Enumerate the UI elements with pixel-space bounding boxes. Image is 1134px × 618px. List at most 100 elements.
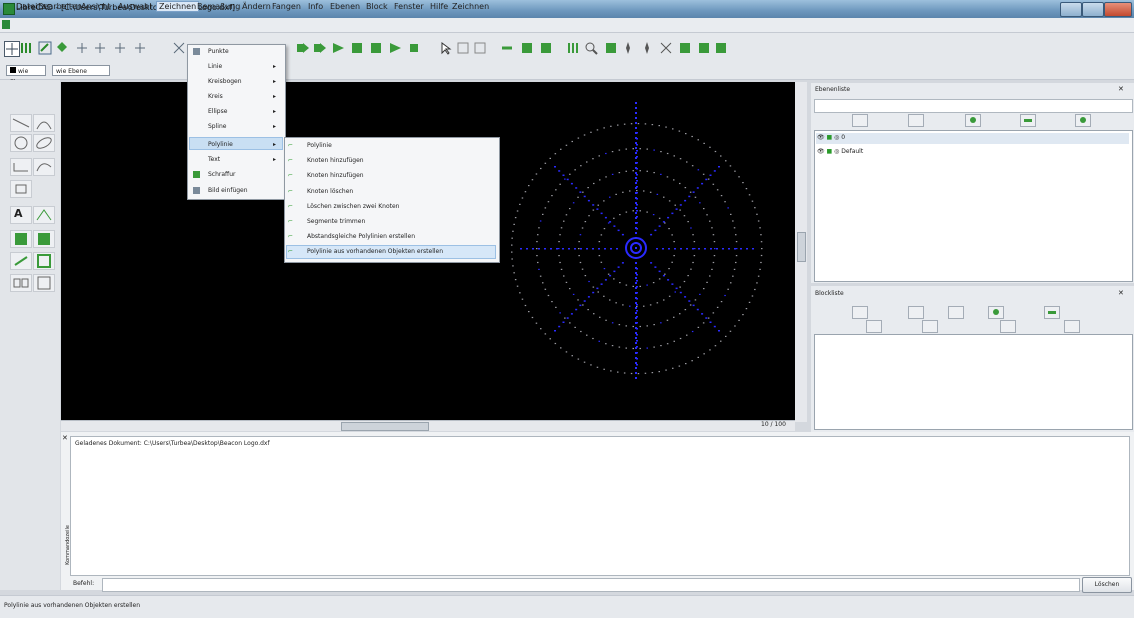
menu-zeichnen-2[interactable]: Zeichnen	[452, 2, 489, 11]
edit-layer-icon[interactable]	[1075, 114, 1091, 127]
lock-icon[interactable]: ■	[827, 148, 833, 155]
submenu-item-0[interactable]: ⌐ Polylinie	[284, 138, 498, 153]
toolbar-icon-3[interactable]	[331, 41, 345, 55]
snap-endpoint-icon[interactable]	[55, 41, 69, 55]
select-tool-icon[interactable]	[33, 274, 55, 292]
show-all-layers-icon[interactable]	[852, 114, 868, 127]
show-all-blocks-icon[interactable]	[852, 306, 868, 319]
menu-hilfe[interactable]: Hilfe	[430, 2, 448, 11]
eye-icon[interactable]: 👁	[817, 148, 825, 155]
menu-datei[interactable]: Datei	[16, 2, 37, 11]
vertical-scrollbar[interactable]	[795, 82, 807, 422]
layer-row[interactable]: 👁 ■ ◎ Default	[817, 148, 863, 155]
menu-block[interactable]: Block	[366, 2, 388, 11]
close-button[interactable]	[1104, 2, 1132, 17]
polyline-tool-icon[interactable]	[10, 158, 32, 176]
add-layer-icon[interactable]	[965, 114, 981, 127]
point-tool-icon[interactable]	[10, 180, 32, 198]
eye-icon[interactable]: 👁	[817, 134, 825, 141]
vertical-scroll-thumb[interactable]	[797, 232, 806, 262]
toolbar-icon-15[interactable]	[621, 41, 635, 55]
toolbar-icon-8[interactable]	[456, 41, 470, 55]
submenu-item-4[interactable]: ⌐ Löschen zwischen zwei Knoten	[284, 199, 498, 214]
menu-item-4[interactable]: Ellipse ▸	[187, 104, 284, 119]
snap-intersection-icon[interactable]	[172, 41, 186, 55]
snap-onentity-icon[interactable]	[93, 41, 107, 55]
toolbar-icon-6[interactable]	[388, 41, 402, 55]
menu-ebenen[interactable]: Ebenen	[330, 2, 360, 11]
image-tool-icon[interactable]	[33, 230, 55, 248]
menu-item-2[interactable]: Kreisbogen ▸	[187, 74, 284, 89]
insert-block-icon[interactable]	[1064, 320, 1080, 333]
add-block-icon[interactable]	[988, 306, 1004, 319]
zoom-icon[interactable]	[584, 41, 598, 55]
draft-icon[interactable]	[20, 41, 34, 55]
dock-close-icon[interactable]: ✕	[1118, 85, 1124, 93]
toolbar-icon-10[interactable]	[500, 41, 514, 55]
line-tool-icon[interactable]	[10, 114, 32, 132]
circle-tool-icon[interactable]	[10, 134, 32, 152]
spline-tool-icon[interactable]	[33, 158, 55, 176]
menu-aendern[interactable]: Ändern	[242, 2, 271, 11]
color-combo[interactable]: wie Ebene	[6, 65, 46, 86]
toolbar-icon-11[interactable]	[520, 41, 534, 55]
snap-center-icon[interactable]	[113, 41, 127, 55]
submenu-item-2[interactable]: ⌐ Knoten hinzufügen	[284, 168, 498, 183]
toolbar-icon-5[interactable]	[369, 41, 383, 55]
hatch-tool-icon[interactable]	[10, 230, 32, 248]
menu-item-3[interactable]: Kreis ▸	[187, 89, 284, 104]
menu-item-9[interactable]: Bild einfügen	[187, 183, 284, 198]
menu-auswahl[interactable]: Auswahl	[118, 2, 151, 11]
minimize-button[interactable]	[1060, 2, 1082, 17]
menu-bearbeiten[interactable]: Bearbeiten	[38, 2, 82, 11]
menu-info[interactable]: Info	[308, 2, 323, 11]
toolbar-icon-12[interactable]	[539, 41, 553, 55]
toolbar-icon-20[interactable]	[714, 41, 728, 55]
ellipse-tool-icon[interactable]	[33, 134, 55, 152]
toolbar-icon-16[interactable]	[640, 41, 654, 55]
submenu-item-1[interactable]: ⌐ Knoten hinzufügen	[284, 153, 498, 168]
menu-fenster[interactable]: Fenster	[394, 2, 424, 11]
rename-block-icon[interactable]	[866, 320, 882, 333]
menu-item-1[interactable]: Linie ▸	[187, 59, 284, 74]
info-tool-icon[interactable]	[33, 252, 55, 270]
save-block-icon[interactable]	[1000, 320, 1016, 333]
maximize-button[interactable]	[1082, 2, 1104, 17]
remove-layer-icon[interactable]	[1020, 114, 1036, 127]
menu-bemassung[interactable]: Bemaßung	[197, 2, 240, 11]
toolbar-icon-7[interactable]	[407, 41, 421, 55]
submenu-item-5[interactable]: ⌐ Segmente trimmen	[284, 214, 498, 229]
arc-tool-icon[interactable]	[33, 114, 55, 132]
snap-middle-icon[interactable]	[133, 41, 147, 55]
hide-all-blocks-icon[interactable]	[908, 306, 924, 319]
dimension-tool-icon[interactable]	[33, 206, 55, 224]
command-input[interactable]	[102, 578, 1080, 592]
create-block-icon[interactable]	[948, 306, 964, 319]
modify-tool-icon[interactable]	[10, 252, 32, 270]
linetype-combo[interactable]: wie Ebene	[52, 65, 110, 76]
snap-grid-icon[interactable]	[38, 41, 52, 55]
toolbar-icon-9[interactable]	[473, 41, 487, 55]
clear-button[interactable]: Löschen	[1082, 577, 1132, 593]
pointer-icon[interactable]	[439, 41, 453, 55]
menu-item-5[interactable]: Spline ▸	[187, 119, 284, 134]
toolbar-icon-19[interactable]	[697, 41, 711, 55]
lock-icon[interactable]: ■	[827, 134, 833, 141]
block-list[interactable]	[814, 334, 1133, 430]
toolbar-icon-1[interactable]	[296, 41, 310, 55]
command-close-icon[interactable]: ✕	[62, 434, 68, 442]
layer-filter-field[interactable]	[814, 99, 1133, 113]
toolbar-icon-17[interactable]	[659, 41, 673, 55]
hide-all-layers-icon[interactable]	[908, 114, 924, 127]
snap-free-icon[interactable]	[75, 41, 89, 55]
menu-item-7[interactable]: Text ▸	[187, 152, 284, 167]
horizontal-scrollbar[interactable]: 10 / 100	[61, 420, 795, 431]
submenu-item-7[interactable]: ⌐ Polylinie aus vorhandenen Objekten erst…	[284, 244, 498, 259]
layer-row[interactable]: 👁 ■ ◎ 0	[817, 134, 845, 141]
dock-close-icon[interactable]: ✕	[1118, 289, 1124, 297]
menu-fangen[interactable]: Fangen	[272, 2, 301, 11]
menu-ansicht[interactable]: Ansicht	[81, 2, 111, 11]
edit-block-icon[interactable]	[922, 320, 938, 333]
layer-row-selected[interactable]	[816, 133, 1129, 144]
submenu-item-3[interactable]: ⌐ Knoten löschen	[284, 184, 498, 199]
